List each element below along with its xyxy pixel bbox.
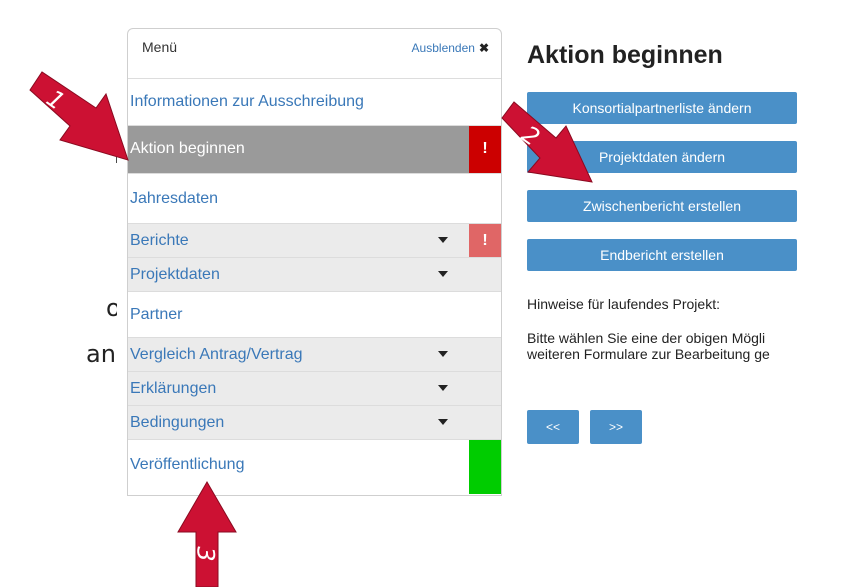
menu-item-label: Berichte (130, 232, 189, 249)
annotation-number: 3 (191, 546, 220, 562)
side-menu: Menü Ausblenden ✖ Informationen zur Aussc… (127, 28, 502, 496)
chevron-down-icon (438, 237, 448, 243)
menu-item-label: Jahresdaten (130, 190, 219, 207)
menu-item-label: Vergleich Antrag/Vertrag (130, 346, 303, 363)
menu-item-label: Aktion beginnen (130, 140, 245, 157)
chevron-down-icon (438, 351, 448, 357)
hide-menu-button[interactable]: Ausblenden ✖ (412, 41, 489, 55)
status-indicator (469, 440, 501, 494)
menu-item-label: Veröffentlichung (130, 456, 245, 473)
main-content: Aktion beginnen Konsortialpartnerliste ä… (527, 41, 857, 444)
hint-text-line: weiteren Formulare zur Bearbeitung ge (527, 346, 770, 362)
menu-item-label: Partner (130, 306, 183, 323)
hint-heading: Hinweise für laufendes Projekt: (527, 296, 720, 312)
menu-item-vergleich[interactable]: Vergleich Antrag/Vertrag (128, 338, 501, 372)
chevron-down-icon (438, 385, 448, 391)
menu-header: Menü Ausblenden ✖ (128, 29, 501, 79)
menu-item-projektdaten[interactable]: Projektdaten (128, 258, 501, 292)
menu-title: Menü (142, 39, 178, 55)
page-title: Aktion beginnen (527, 41, 723, 69)
hint-text-line: Bitte wählen Sie eine der obigen Mögli (527, 330, 766, 346)
close-icon: ✖ (478, 41, 489, 55)
menu-item-label: Projektdaten (130, 266, 220, 283)
menu-item-informationen[interactable]: Informationen zur Ausschreibung (128, 79, 501, 126)
menu-item-label: Bedingungen (130, 414, 225, 431)
annotation-arrow-1 (29, 71, 129, 161)
prev-button[interactable]: << (527, 410, 579, 444)
alert-flag: ! (469, 224, 501, 257)
menu-item-label: Erklärungen (130, 380, 217, 397)
zwischenbericht-button[interactable]: Zwischenbericht erstellen (527, 190, 797, 222)
annotation-arrow-2 (501, 101, 593, 183)
menu-item-erklaerungen[interactable]: Erklärungen (128, 372, 501, 406)
chevron-down-icon (438, 271, 448, 277)
menu-item-bedingungen[interactable]: Bedingungen (128, 406, 501, 440)
clipped-text-fragment: an (86, 340, 116, 368)
menu-item-label: Informationen zur Ausschreibung (130, 93, 364, 110)
menu-item-jahresdaten[interactable]: Jahresdaten (128, 174, 501, 224)
menu-item-partner[interactable]: Partner (128, 292, 501, 338)
hide-menu-label: Ausblenden (411, 41, 475, 55)
menu-item-berichte[interactable]: Berichte ! (128, 224, 501, 258)
next-button[interactable]: >> (590, 410, 642, 444)
endbericht-button[interactable]: Endbericht erstellen (527, 239, 797, 271)
annotation-arrow-3 (177, 481, 237, 587)
chevron-down-icon (438, 419, 448, 425)
menu-item-aktion-beginnen[interactable]: Aktion beginnen ! (128, 126, 501, 174)
